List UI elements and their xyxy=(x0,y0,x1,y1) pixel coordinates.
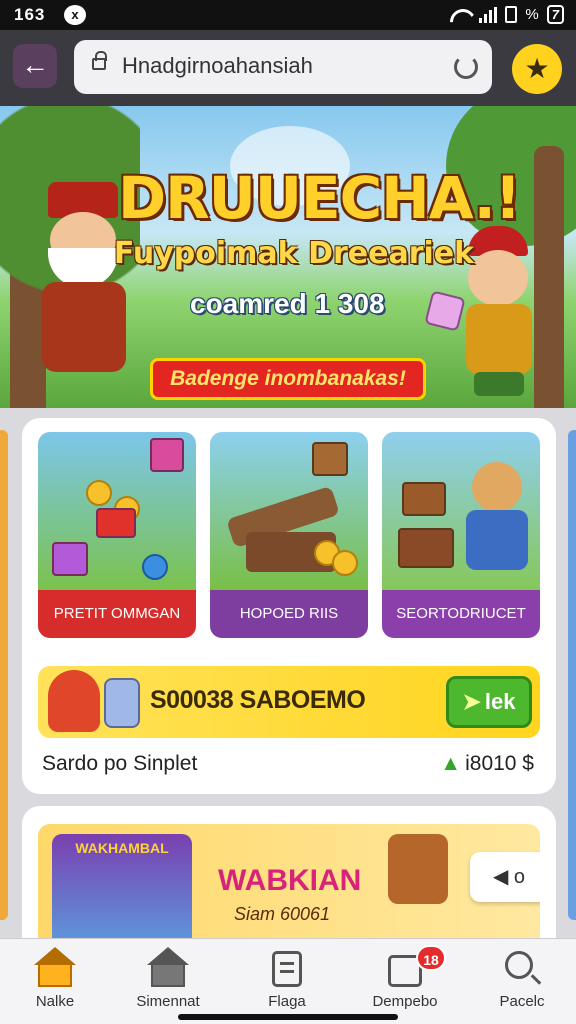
lock-icon xyxy=(92,51,107,70)
ad-thumbnail: WAKHAMBAL xyxy=(52,834,192,938)
status-indicators: % 7 xyxy=(449,5,564,24)
side-card-right[interactable] xyxy=(568,430,576,920)
reload-icon[interactable] xyxy=(454,55,478,79)
nav-item-label: Dempebo xyxy=(372,993,438,1010)
banner-cta-button[interactable]: Badenge inombanakas! xyxy=(150,358,426,400)
arrow-left-icon: ← xyxy=(21,49,49,80)
game-tile-art xyxy=(38,432,196,590)
game-tile-2[interactable]: HOPOED RIIS xyxy=(210,432,368,638)
trend-up-icon: ▲ xyxy=(440,752,462,775)
nav-item-search[interactable]: Pacelc xyxy=(467,949,576,1010)
hero-banner[interactable]: DRUUECHA.! Fuypoimak Dreeariek coamred 1… xyxy=(0,106,576,408)
promo-button[interactable]: ➤ lek xyxy=(446,676,532,728)
nav-item-2[interactable]: Simennat xyxy=(113,947,223,1010)
promo-text: S00038 SABOEMO xyxy=(150,686,366,714)
back-button[interactable]: ← xyxy=(13,44,57,88)
nav-item-3[interactable]: Flaga xyxy=(232,949,342,1010)
ad-card: WAKHAMBAL WABKIAN Siam 60061 ◀ o xyxy=(22,806,556,938)
side-card-left[interactable] xyxy=(0,430,8,920)
notification-icon: x xyxy=(64,5,86,25)
game-tile-label: PRETIT OMMGAN xyxy=(38,590,196,638)
wifi-icon xyxy=(449,7,471,23)
banner-title: DRUUECHA.! xyxy=(118,164,521,232)
ad-subtitle: Siam 60061 xyxy=(234,904,331,924)
games-card: PRETIT OMMGAN HOPOED RIIS SEORTODRIUCET … xyxy=(22,418,556,794)
address-bar[interactable]: Hnadgirnoahansiah xyxy=(74,40,492,94)
nav-item-label: Pacelc xyxy=(499,993,545,1010)
ad-banner[interactable]: WAKHAMBAL WABKIAN Siam 60061 ◀ o xyxy=(38,824,540,938)
home-outline-icon xyxy=(147,947,189,987)
status-time: 163 xyxy=(14,5,46,24)
bottom-nav: Nalke Simennat Flaga 18 Dempebo Pacelc xyxy=(0,938,576,1024)
battery-label: % xyxy=(525,6,539,23)
battery-icon xyxy=(505,6,518,23)
promo-button-label: lek xyxy=(484,689,516,714)
game-tile-art xyxy=(382,432,540,590)
banner-subtitle: Fuypoimak Dreeariek xyxy=(113,236,475,271)
home-icon xyxy=(34,947,76,987)
nav-item-4[interactable]: 18 Dempebo xyxy=(350,945,460,1010)
game-tile-label: HOPOED RIIS xyxy=(210,590,368,638)
promo-character xyxy=(48,670,100,732)
url-text: Hnadgirnoahansiah xyxy=(122,53,313,78)
star-icon: ★ xyxy=(524,53,550,84)
game-tile-1[interactable]: PRETIT OMMGAN xyxy=(38,432,196,638)
signal-icon xyxy=(479,6,498,23)
status-bar: 163 x % 7 xyxy=(0,0,576,30)
arrow-right-icon: ➤ xyxy=(462,689,481,714)
ad-title: WABKIAN xyxy=(218,864,362,897)
nav-item-label: Flaga xyxy=(268,993,306,1010)
ad-sound-button[interactable]: ◀ o xyxy=(470,852,540,902)
balance-value: i8010 $ xyxy=(465,752,534,775)
balance-label: Sardo po Sinplet xyxy=(42,752,198,775)
nav-item-label: Simennat xyxy=(136,993,200,1010)
notification-badge: 18 xyxy=(416,945,446,971)
search-icon xyxy=(505,951,533,979)
game-tile-label: SEORTODRIUCET xyxy=(382,590,540,638)
coin-jar-icon xyxy=(104,678,140,728)
nav-item-label: Nalke xyxy=(35,993,75,1010)
home-indicator xyxy=(178,1014,398,1020)
game-tile-3[interactable]: SEORTODRIUCET xyxy=(382,432,540,638)
robot-character xyxy=(388,834,448,904)
ad-pill-label: o xyxy=(513,866,526,888)
nav-item-home[interactable]: Nalke xyxy=(0,947,110,1010)
promo-strip[interactable]: S00038 SABOEMO ➤ lek xyxy=(38,666,540,738)
game-tile-art xyxy=(210,432,368,590)
balance-value-row: ▲ i8010 $ xyxy=(440,752,534,776)
ad-thumbnail-title: WAKHAMBAL xyxy=(75,840,169,856)
battery-value: 7 xyxy=(546,5,564,24)
browser-toolbar: ← Hnadgirnoahansiah ★ xyxy=(0,30,576,106)
document-icon xyxy=(272,951,302,987)
banner-count: coamred 1 308 xyxy=(190,288,385,319)
speaker-icon: ◀ xyxy=(492,866,509,888)
favorite-button[interactable]: ★ xyxy=(512,44,562,94)
